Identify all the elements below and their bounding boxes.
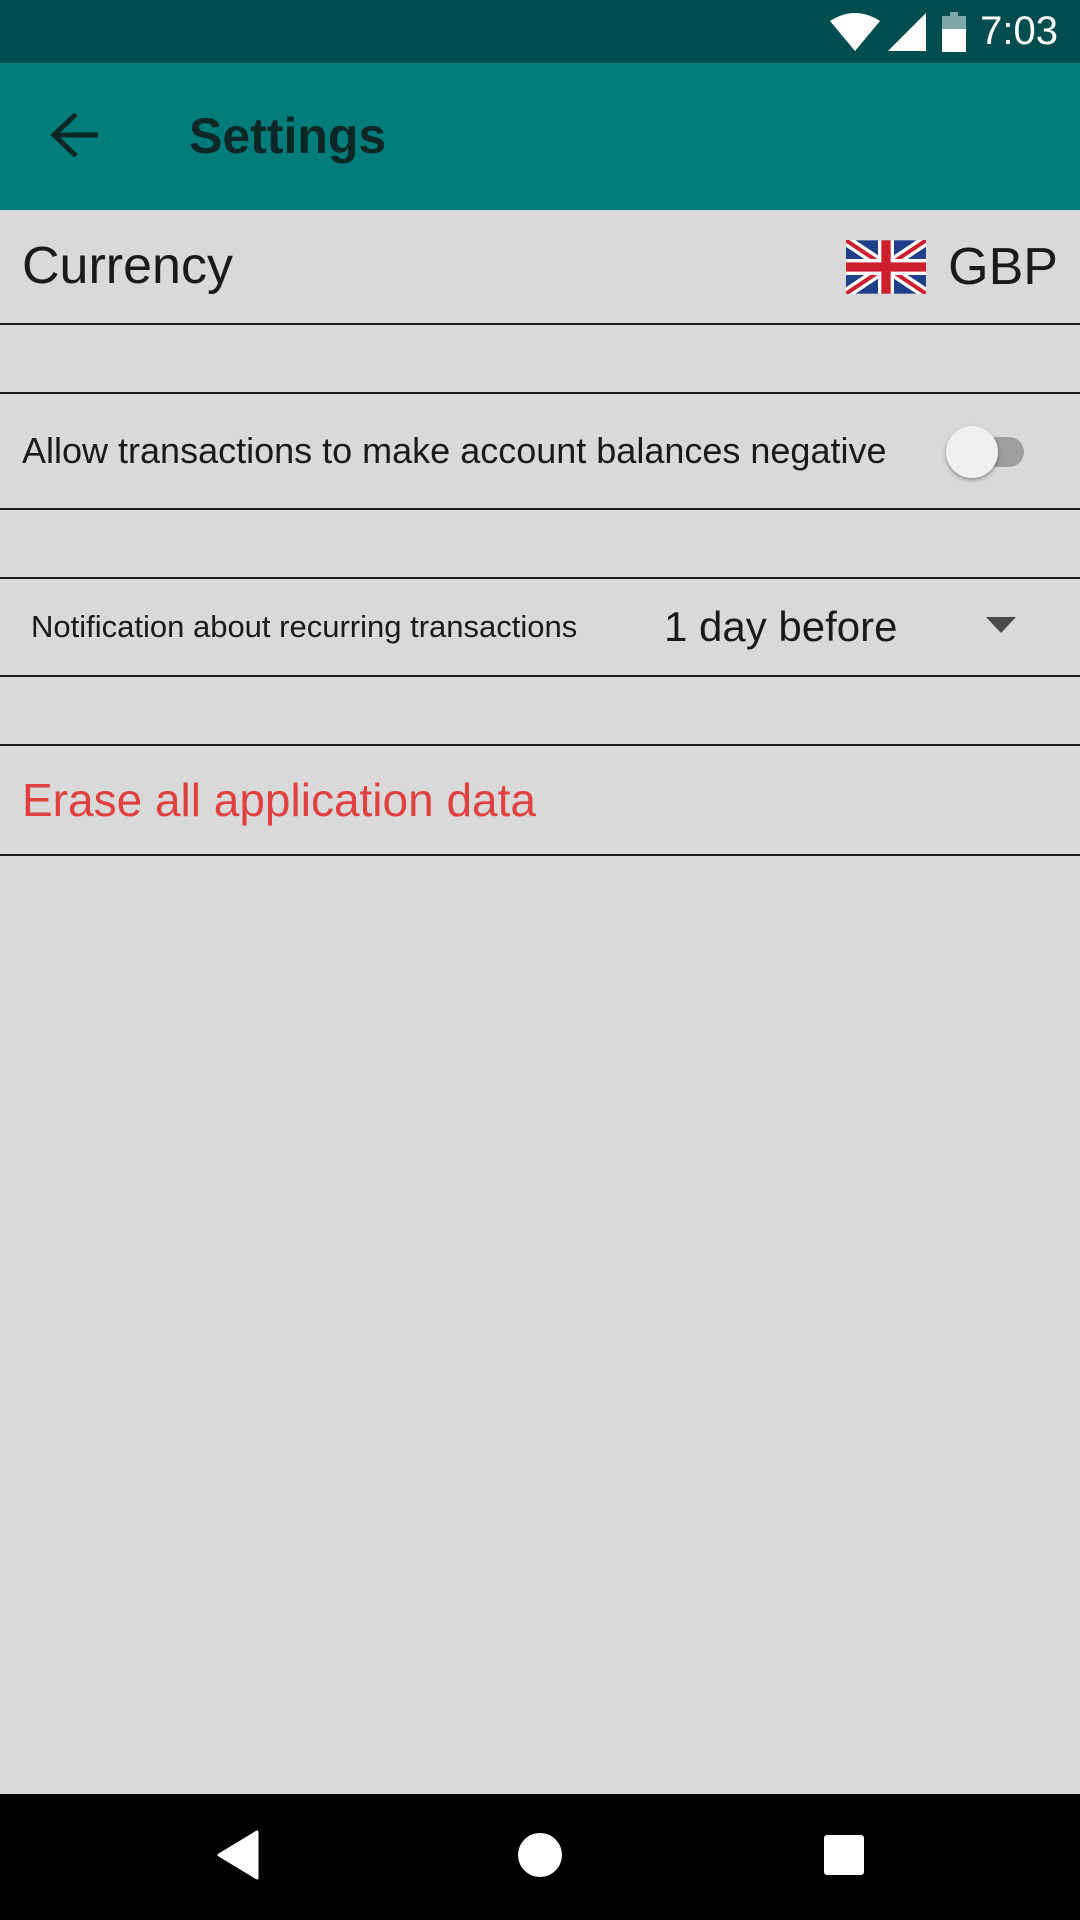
currency-value: GBP [948,237,1058,296]
erase-data-label: Erase all application data [22,774,536,826]
erase-data-button[interactable]: Erase all application data [0,744,1080,856]
currency-row[interactable]: Currency GBP [0,210,1080,325]
currency-label: Currency [22,237,233,295]
toggle-thumb [946,426,998,478]
negative-balance-toggle[interactable] [946,426,1030,478]
negative-balance-label: Allow transactions to make account balan… [22,430,887,471]
settings-screen: 7:03 Settings Currency GBP Allow transac… [0,0,1080,1920]
recurring-notification-row: Notification about recurring transaction… [0,577,1080,677]
cell-signal-icon [888,12,927,51]
currency-selector[interactable]: GBP [846,210,1058,323]
nav-back-button[interactable] [206,1824,272,1890]
back-triangle-icon [217,1830,261,1885]
nav-home-button[interactable] [507,1824,573,1890]
arrow-back-icon [50,111,99,162]
dropdown-arrow-icon [986,617,1016,640]
status-time: 7:03 [980,9,1058,53]
back-button[interactable] [36,99,112,175]
status-icons: 7:03 [830,0,1058,63]
app-toolbar: Settings [0,63,1080,210]
dropdown-selected-value: 1 day before [664,603,898,650]
wifi-icon [830,12,881,51]
battery-icon [942,11,967,52]
recurring-notification-label: Notification about recurring transaction… [31,609,578,644]
page-title: Settings [189,108,387,164]
recurring-notification-dropdown[interactable]: 1 day before [640,579,1060,675]
negative-balance-row: Allow transactions to make account balan… [0,392,1080,510]
uk-flag-icon [846,239,927,294]
status-bar: 7:03 [0,0,1080,63]
system-nav-bar [0,1794,1080,1920]
home-circle-icon [517,1832,563,1883]
recents-square-icon [823,1834,865,1881]
nav-recents-button[interactable] [811,1824,877,1890]
